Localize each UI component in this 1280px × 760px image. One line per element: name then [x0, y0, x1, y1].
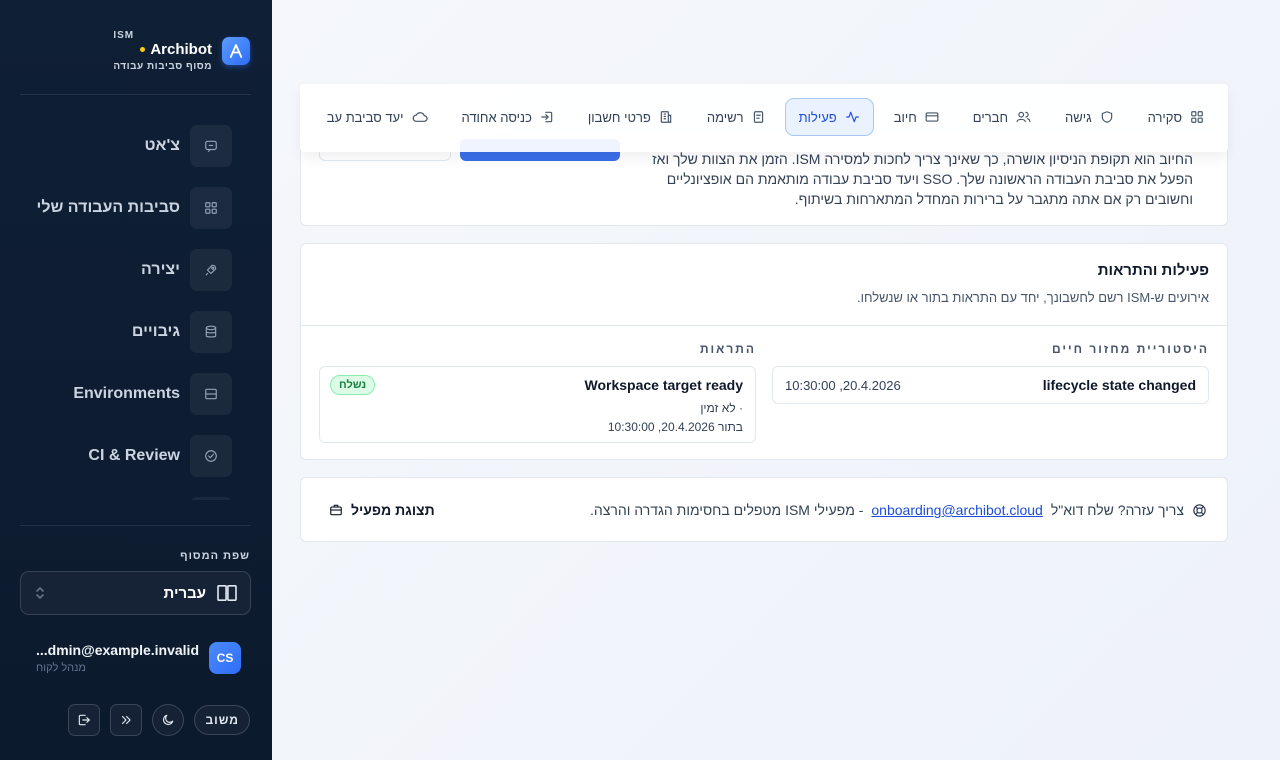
avatar: CS	[209, 642, 241, 674]
check-circle-icon	[190, 435, 232, 477]
status-badge: נשלח	[330, 375, 376, 395]
sidebar-item-label: גיבויים	[131, 323, 180, 340]
billing-info-text: החיוב הוא תקופת הניסיון אושרה, כך שאינך …	[652, 151, 1193, 207]
notifications-title: התראות	[699, 342, 756, 356]
grid-icon	[1190, 110, 1204, 124]
sidebar-item-more[interactable]	[32, 497, 232, 500]
sidebar-item-environments[interactable]: Environments	[32, 373, 232, 415]
lifebuoy-icon	[1192, 503, 1207, 518]
chat-icon	[190, 125, 232, 167]
history-item: lifecycle state changed 20.4.2026, 10:30…	[772, 366, 1209, 404]
chevron-up-down-icon	[35, 586, 45, 600]
help-suffix: - מפעילי ISM מטפלים בחסימות הגדרה והרצה.	[590, 502, 864, 518]
tab-label: יעד סביבת עב	[326, 109, 404, 125]
login-icon	[540, 110, 554, 124]
brand[interactable]: ISM Archibot מסוף סביבות עבודה	[113, 30, 250, 72]
sidebar-nav: צ'אט סביבות העבודה שלי יצירה גיבויים Env…	[32, 125, 232, 500]
brand-ism: ISM	[113, 30, 135, 41]
activity-icon	[845, 110, 860, 124]
logout-button[interactable]	[68, 704, 101, 736]
sidebar-item-create[interactable]: יצירה	[32, 249, 232, 291]
book-open-icon	[216, 584, 238, 602]
server-icon	[190, 373, 232, 415]
tab-label: פעילות	[798, 109, 837, 125]
database-icon	[190, 311, 232, 353]
history-item-time: 20.4.2026, 10:30:00	[785, 377, 901, 393]
history-item-label: lifecycle state changed	[1042, 377, 1196, 393]
tab-label: רשימה	[706, 109, 744, 125]
tab-label: כניסה אחודה	[461, 109, 532, 125]
tab-access[interactable]: גישה	[1051, 98, 1128, 136]
chevrons-right-icon	[119, 713, 133, 727]
divider	[301, 325, 1227, 326]
notification-time: בתור 20.4.2026, 10:30:00	[607, 420, 743, 434]
more-icon	[190, 497, 232, 500]
tab-overview[interactable]: סקירה	[1134, 98, 1218, 136]
sidebar-item-label: יצירה	[141, 261, 180, 278]
tab-members[interactable]: חברים	[959, 98, 1045, 136]
tab-activity[interactable]: פעילות	[784, 98, 874, 136]
briefcase-icon	[329, 503, 343, 517]
tab-list[interactable]: רשימה	[693, 98, 779, 136]
tab-account-details[interactable]: פרטי חשבון	[574, 98, 687, 136]
operator-view-button[interactable]: תצוגת מפעיל	[329, 502, 435, 518]
collapse-sidebar-button[interactable]	[110, 704, 143, 736]
notification-subtitle: · לא זמין	[700, 401, 743, 415]
theme-toggle-button[interactable]	[152, 704, 185, 736]
divider	[20, 94, 251, 95]
activity-title: פעילות והתראות	[1097, 262, 1209, 279]
sidebar-bottom-bar: משוב	[68, 704, 250, 736]
help-text: צריך עזרה? שלח דוא"ל onboarding@archibot…	[590, 502, 1207, 518]
sidebar: ISM Archibot מסוף סביבות עבודה צ'אט סביב…	[0, 0, 272, 760]
tab-label: חיוב	[893, 109, 917, 125]
notification-title: Workspace target ready	[584, 377, 743, 393]
brand-name: Archibot	[113, 41, 212, 58]
rocket-icon	[190, 249, 232, 291]
language-current: עברית	[163, 584, 238, 602]
sidebar-item-my-workspaces[interactable]: סביבות העבודה שלי	[32, 187, 232, 229]
tab-billing[interactable]: חיוב	[880, 98, 953, 136]
tab-label: גישה	[1065, 109, 1092, 125]
logout-icon	[77, 713, 91, 727]
sidebar-item-label: סביבות העבודה שלי	[36, 199, 181, 216]
sidebar-item-label: Environments	[73, 385, 180, 402]
feedback-button[interactable]: משוב	[194, 705, 250, 735]
sidebar-item-ci-review[interactable]: CI & Review	[32, 435, 232, 477]
shield-icon	[1100, 110, 1114, 124]
help-email-link[interactable]: onboarding@archibot.cloud	[871, 502, 1042, 518]
tab-sso[interactable]: כניסה אחודה	[448, 98, 568, 136]
moon-icon	[161, 713, 175, 727]
cloud-icon	[412, 110, 428, 124]
brand-dot-icon	[140, 47, 146, 52]
divider	[20, 525, 251, 526]
sidebar-item-label: צ'אט	[144, 137, 180, 154]
history-title: היסטוריית מחזור חיים	[1051, 342, 1209, 356]
language-select[interactable]: עברית	[20, 571, 251, 615]
building-icon	[659, 110, 673, 124]
sidebar-item-label: CI & Review	[88, 447, 180, 464]
activity-description: אירועים ש-ISM רשם לחשבונך, יחד עם התראות…	[856, 290, 1209, 305]
user-profile[interactable]: CS ...dmin@example.invalid מנהל לקוח	[36, 642, 241, 674]
account-tabs: סקירה גישה חברים חיוב פעילות רשימה פרטי …	[300, 84, 1228, 152]
archibot-logo-icon	[222, 37, 250, 65]
help-prefix: צריך עזרה? שלח דוא"ל	[1050, 502, 1184, 518]
sidebar-item-chat[interactable]: צ'אט	[32, 125, 232, 167]
tab-label: סקירה	[1147, 109, 1182, 125]
language-title: שפת המסוף	[180, 550, 250, 562]
brand-subtitle: מסוף סביבות עבודה	[113, 61, 212, 72]
help-card: צריך עזרה? שלח דוא"ל onboarding@archibot…	[300, 477, 1228, 542]
user-role: מנהל לקוח	[35, 662, 86, 674]
users-icon	[1016, 110, 1031, 124]
operator-view-label: תצוגת מפעיל	[351, 502, 435, 518]
notification-item: Workspace target ready · לא זמין בתור 20…	[319, 366, 756, 443]
tab-workspace-target[interactable]: יעד סביבת עב	[313, 98, 442, 136]
list-icon	[752, 110, 765, 124]
user-email: ...dmin@example.invalid	[35, 642, 199, 658]
activity-card: פעילות והתראות אירועים ש-ISM רשם לחשבונך…	[300, 243, 1228, 460]
tab-label: חברים	[972, 109, 1009, 125]
sidebar-item-backups[interactable]: גיבויים	[32, 311, 232, 353]
tab-label: פרטי חשבון	[587, 109, 651, 125]
grid-icon	[190, 187, 232, 229]
credit-card-icon	[925, 110, 939, 124]
